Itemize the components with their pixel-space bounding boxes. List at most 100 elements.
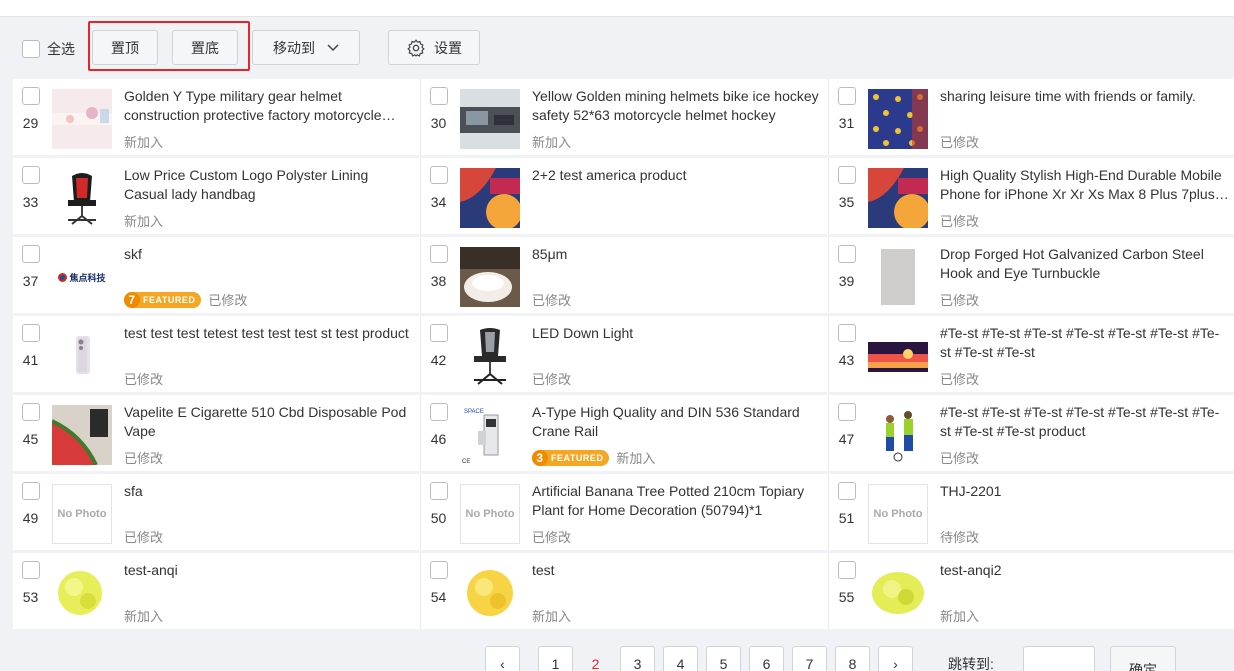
product-card[interactable]: 37 焦点科技 skf 7 FEATURED 已修改 — [13, 237, 420, 313]
product-card[interactable]: 33 Low Price Custom Logo Polyster Lining … — [13, 158, 420, 234]
product-thumbnail[interactable] — [52, 405, 112, 465]
page-1-button[interactable]: 1 — [538, 646, 573, 671]
product-card[interactable]: 54 test 新加入 — [421, 553, 828, 629]
product-title[interactable]: Yellow Golden mining helmets bike ice ho… — [532, 87, 822, 125]
product-card[interactable]: 46 SPACE CE A-Type High Quality and DIN 536… — [421, 395, 828, 471]
product-checkbox[interactable] — [22, 166, 40, 184]
product-checkbox[interactable] — [430, 403, 448, 421]
page-5-button[interactable]: 5 — [706, 646, 741, 671]
page-2-current[interactable]: 2 — [578, 646, 613, 671]
select-all[interactable]: 全选 — [22, 39, 75, 59]
page-8-button[interactable]: 8 — [835, 646, 870, 671]
product-title[interactable]: test-anqi — [124, 561, 414, 580]
product-checkbox[interactable] — [838, 324, 856, 342]
product-thumbnail[interactable] — [460, 326, 520, 386]
product-checkbox[interactable] — [838, 561, 856, 579]
product-thumbnail[interactable] — [460, 168, 520, 228]
settings-button[interactable]: 设置 — [388, 30, 480, 65]
product-card[interactable]: 31 sharing leisure time with friends or f… — [829, 79, 1234, 155]
page-4-button[interactable]: 4 — [663, 646, 698, 671]
product-title[interactable]: test-anqi2 — [940, 561, 1230, 580]
product-thumbnail[interactable]: No Photo — [868, 484, 928, 544]
product-checkbox[interactable] — [838, 403, 856, 421]
product-checkbox[interactable] — [838, 482, 856, 500]
product-checkbox[interactable] — [22, 245, 40, 263]
product-title[interactable]: Low Price Custom Logo Polyster Lining Ca… — [124, 166, 414, 204]
product-thumbnail[interactable]: No Photo — [460, 484, 520, 544]
product-card[interactable]: 34 2+2 test america product — [421, 158, 828, 234]
product-card[interactable]: 30 Yellow Golden mining helmets bike ice … — [421, 79, 828, 155]
product-card[interactable]: 55 test-anqi2 新加入 — [829, 553, 1234, 629]
product-title[interactable]: 2+2 test america product — [532, 166, 822, 185]
product-card[interactable]: 29 Golden Y Type military gear helmet con… — [13, 79, 420, 155]
product-checkbox[interactable] — [838, 87, 856, 105]
product-card[interactable]: 45 Vapelite E Cigarette 510 Cbd Disposabl… — [13, 395, 420, 471]
product-card[interactable]: 42 LED Down Light 已修改 — [421, 316, 828, 392]
product-checkbox[interactable] — [430, 324, 448, 342]
product-title[interactable]: skf — [124, 245, 414, 264]
product-thumbnail[interactable] — [52, 89, 112, 149]
product-checkbox[interactable] — [22, 403, 40, 421]
product-thumbnail[interactable] — [868, 168, 928, 228]
product-thumbnail[interactable]: SPACE CE — [460, 405, 520, 465]
product-checkbox[interactable] — [430, 166, 448, 184]
page-7-button[interactable]: 7 — [792, 646, 827, 671]
product-title[interactable]: #Te-st #Te-st #Te-st #Te-st #Te-st #Te-s… — [940, 403, 1230, 441]
product-thumbnail[interactable]: 焦点科技 — [52, 247, 112, 307]
page-3-button[interactable]: 3 — [620, 646, 655, 671]
product-title[interactable]: test test test tetest test test test st … — [124, 324, 414, 343]
product-thumbnail[interactable] — [460, 247, 520, 307]
product-thumbnail[interactable] — [52, 326, 112, 386]
product-checkbox[interactable] — [22, 561, 40, 579]
product-title[interactable]: Drop Forged Hot Galvanized Carbon Steel … — [940, 245, 1230, 283]
product-checkbox[interactable] — [430, 245, 448, 263]
jump-confirm-button[interactable]: 确定 — [1110, 646, 1176, 671]
product-thumbnail[interactable] — [460, 563, 520, 623]
product-checkbox[interactable] — [838, 245, 856, 263]
product-title[interactable]: #Te-st #Te-st #Te-st #Te-st #Te-st #Te-s… — [940, 324, 1230, 362]
product-card[interactable]: 41 test test test tetest test test test s… — [13, 316, 420, 392]
product-card[interactable]: 43 #Te-st #Te-st #Te-st #Te-st #Te-st #Te… — [829, 316, 1234, 392]
product-checkbox[interactable] — [430, 482, 448, 500]
move-to-dropdown[interactable]: 移动到 — [252, 30, 360, 65]
product-card[interactable]: 38 85μm 已修改 — [421, 237, 828, 313]
product-title[interactable]: Golden Y Type military gear helmet const… — [124, 87, 414, 125]
product-title[interactable]: Vapelite E Cigarette 510 Cbd Disposable … — [124, 403, 414, 441]
product-checkbox[interactable] — [22, 482, 40, 500]
product-thumbnail[interactable] — [52, 563, 112, 623]
product-card[interactable]: 49 No Photo sfa 已修改 — [13, 474, 420, 550]
page-6-button[interactable]: 6 — [749, 646, 784, 671]
product-title[interactable]: A-Type High Quality and DIN 536 Standard… — [532, 403, 822, 441]
product-thumbnail[interactable]: No Photo — [52, 484, 112, 544]
product-card[interactable]: 35 High Quality Stylish High-End Durable … — [829, 158, 1234, 234]
product-title[interactable]: High Quality Stylish High-End Durable Mo… — [940, 166, 1230, 204]
product-thumbnail[interactable] — [868, 89, 928, 149]
product-title[interactable]: Artificial Banana Tree Potted 210cm Topi… — [532, 482, 822, 520]
product-title[interactable]: THJ-2201 — [940, 482, 1230, 501]
product-thumbnail[interactable] — [52, 168, 112, 228]
product-card[interactable]: 51 No Photo THJ-2201 待修改 — [829, 474, 1234, 550]
product-card[interactable]: 50 No Photo Artificial Banana Tree Potted … — [421, 474, 828, 550]
jump-to-input[interactable] — [1023, 646, 1095, 671]
product-checkbox[interactable] — [838, 166, 856, 184]
product-checkbox[interactable] — [430, 87, 448, 105]
product-thumbnail[interactable] — [868, 326, 928, 386]
product-thumbnail[interactable] — [868, 563, 928, 623]
product-checkbox[interactable] — [22, 87, 40, 105]
product-thumbnail[interactable] — [868, 247, 928, 307]
product-title[interactable]: LED Down Light — [532, 324, 822, 343]
select-all-checkbox[interactable] — [22, 40, 40, 58]
product-thumbnail[interactable] — [868, 405, 928, 465]
product-title[interactable]: 85μm — [532, 245, 822, 264]
product-card[interactable]: 47 #Te-st #Te-st #Te-st #Te-st #Te-st #Te… — [829, 395, 1234, 471]
product-card[interactable]: 53 test-anqi 新加入 — [13, 553, 420, 629]
product-title[interactable]: test — [532, 561, 822, 580]
product-title[interactable]: sfa — [124, 482, 414, 501]
product-checkbox[interactable] — [430, 561, 448, 579]
product-thumbnail[interactable] — [460, 89, 520, 149]
product-title[interactable]: sharing leisure time with friends or fam… — [940, 87, 1230, 106]
product-checkbox[interactable] — [22, 324, 40, 342]
prev-page-button[interactable]: ‹ — [485, 646, 520, 671]
next-page-button[interactable]: › — [878, 646, 913, 671]
product-card[interactable]: 39 Drop Forged Hot Galvanized Carbon Stee… — [829, 237, 1234, 313]
